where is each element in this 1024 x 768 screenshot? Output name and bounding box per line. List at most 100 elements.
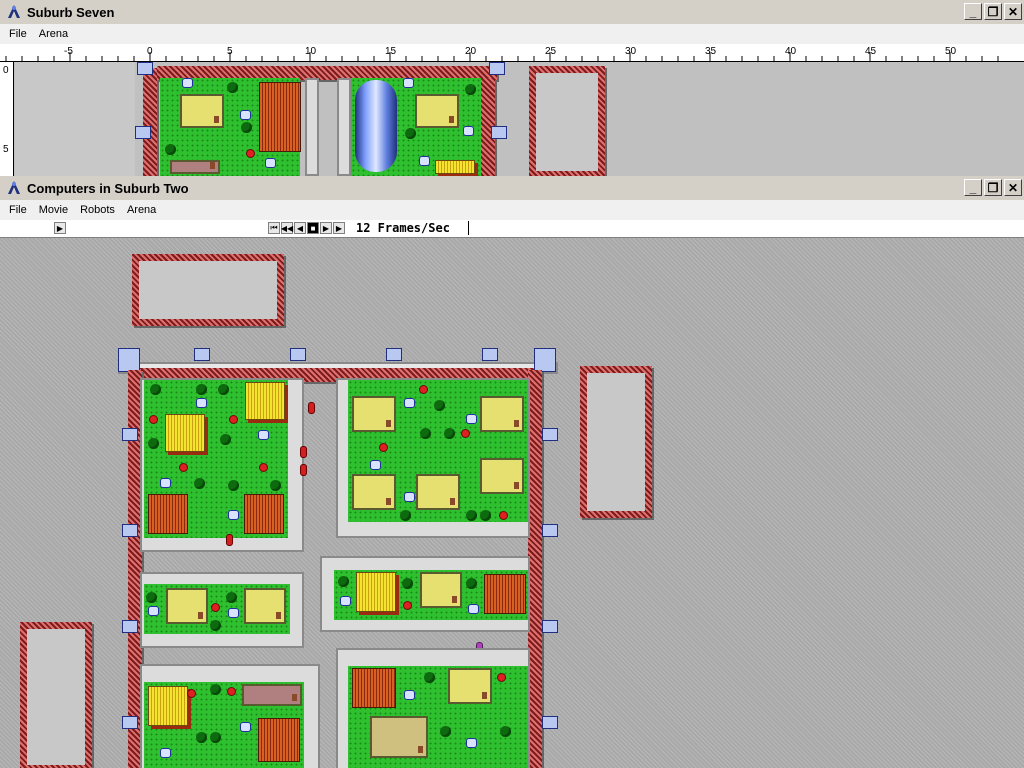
menu-arena[interactable]: Arena (33, 28, 74, 40)
house-icon[interactable] (180, 94, 224, 128)
building-icon[interactable] (370, 716, 428, 758)
step-back-button[interactable]: ◀ (294, 222, 306, 234)
computer-icon[interactable] (370, 460, 381, 470)
first-frame-button[interactable]: ⏮ (268, 222, 280, 234)
tree-icon (210, 684, 221, 695)
computer-icon[interactable] (182, 78, 193, 88)
computer-node-icon[interactable] (542, 524, 558, 537)
computer-node-icon[interactable] (135, 126, 151, 139)
computer-icon[interactable] (265, 158, 276, 168)
menu-file[interactable]: File (3, 28, 33, 40)
computer-node-icon[interactable] (491, 126, 507, 139)
computer-icon[interactable] (463, 126, 474, 136)
flower-icon (462, 430, 469, 437)
barn-icon[interactable] (258, 718, 300, 762)
garage-icon[interactable] (170, 160, 220, 174)
menu-robots[interactable]: Robots (74, 204, 121, 216)
computer-node-icon[interactable] (118, 348, 140, 372)
house-icon[interactable] (166, 588, 208, 624)
app-icon (8, 5, 20, 18)
play-button[interactable]: ▶ (333, 222, 345, 234)
barn-icon[interactable] (484, 574, 526, 614)
computer-icon[interactable] (404, 492, 415, 502)
computer-icon[interactable] (466, 738, 477, 748)
computer-node-icon[interactable] (194, 348, 210, 361)
stop-button[interactable]: ■ (307, 222, 319, 234)
frame-rate[interactable]: 12 Frames/Sec (356, 221, 469, 235)
barn-icon[interactable] (259, 82, 301, 152)
menu-file[interactable]: File (3, 204, 33, 216)
minimize-button[interactable]: _ (964, 3, 982, 20)
menu-arena[interactable]: Arena (121, 204, 162, 216)
arena-canvas[interactable] (0, 238, 1024, 768)
restore-button[interactable]: ❐ (984, 179, 1002, 196)
computer-icon[interactable] (404, 690, 415, 700)
minimize-button[interactable]: _ (964, 179, 982, 196)
barn-icon[interactable] (165, 414, 205, 452)
house-icon[interactable] (244, 588, 286, 624)
barn-icon[interactable] (148, 494, 188, 534)
computer-node-icon[interactable] (542, 428, 558, 441)
house-icon[interactable] (415, 94, 459, 128)
step-forward-button[interactable]: ▶ (320, 222, 332, 234)
computer-node-icon[interactable] (542, 716, 558, 729)
menu-bar: File Arena (0, 24, 1024, 44)
computer-node-icon[interactable] (542, 620, 558, 633)
computer-node-icon[interactable] (386, 348, 402, 361)
computer-icon[interactable] (258, 430, 269, 440)
computer-icon[interactable] (228, 510, 239, 520)
computer-icon[interactable] (468, 604, 479, 614)
expand-toggle-icon[interactable]: ▶ (54, 222, 66, 234)
house-icon[interactable] (416, 474, 460, 510)
computer-node-icon[interactable] (122, 620, 138, 633)
house-icon[interactable] (448, 668, 492, 704)
computer-node-icon[interactable] (122, 524, 138, 537)
computer-icon[interactable] (148, 606, 159, 616)
restore-button[interactable]: ❐ (984, 3, 1002, 20)
barn-icon[interactable] (245, 382, 285, 420)
barn-icon[interactable] (244, 494, 284, 534)
barn-icon[interactable] (148, 686, 188, 726)
computer-icon[interactable] (419, 156, 430, 166)
computer-icon[interactable] (403, 78, 414, 88)
computer-icon[interactable] (340, 596, 351, 606)
robot-icon[interactable] (300, 446, 307, 458)
wall-segment (143, 68, 157, 176)
computer-node-icon[interactable] (122, 428, 138, 441)
computer-icon[interactable] (160, 478, 171, 488)
barn-icon[interactable] (352, 668, 396, 708)
house-icon[interactable] (352, 474, 396, 510)
close-button[interactable]: ✕ (1004, 179, 1022, 196)
title-bar[interactable]: Computers in Suburb Two _ ❐ ✕ (0, 176, 1024, 200)
computer-node-icon[interactable] (534, 348, 556, 372)
computer-icon[interactable] (404, 398, 415, 408)
computer-node-icon[interactable] (482, 348, 498, 361)
house-icon[interactable] (480, 396, 524, 432)
robot-icon[interactable] (226, 534, 233, 546)
house-icon[interactable] (352, 396, 396, 432)
menu-movie[interactable]: Movie (33, 204, 74, 216)
garage-icon[interactable] (242, 684, 302, 706)
barn-icon[interactable] (435, 160, 475, 174)
rewind-button[interactable]: ◀◀ (281, 222, 293, 234)
title-bar[interactable]: Suburb Seven _ ❐ ✕ (0, 0, 1024, 24)
walkway (15, 62, 135, 176)
robot-icon[interactable] (308, 402, 315, 414)
computer-icon[interactable] (466, 414, 477, 424)
close-button[interactable]: ✕ (1004, 3, 1022, 20)
computer-icon[interactable] (160, 748, 171, 758)
computer-icon[interactable] (196, 398, 207, 408)
house-icon[interactable] (480, 458, 524, 494)
computer-icon[interactable] (228, 608, 239, 618)
arena-canvas[interactable] (15, 62, 1006, 176)
computer-icon[interactable] (240, 722, 251, 732)
computer-node-icon[interactable] (489, 62, 505, 75)
house-icon[interactable] (420, 572, 462, 608)
robot-icon[interactable] (300, 464, 307, 476)
computer-node-icon[interactable] (122, 716, 138, 729)
computer-node-icon[interactable] (137, 62, 153, 75)
silo-icon[interactable] (355, 80, 397, 172)
computer-icon[interactable] (240, 110, 251, 120)
barn-icon[interactable] (356, 572, 396, 612)
computer-node-icon[interactable] (290, 348, 306, 361)
